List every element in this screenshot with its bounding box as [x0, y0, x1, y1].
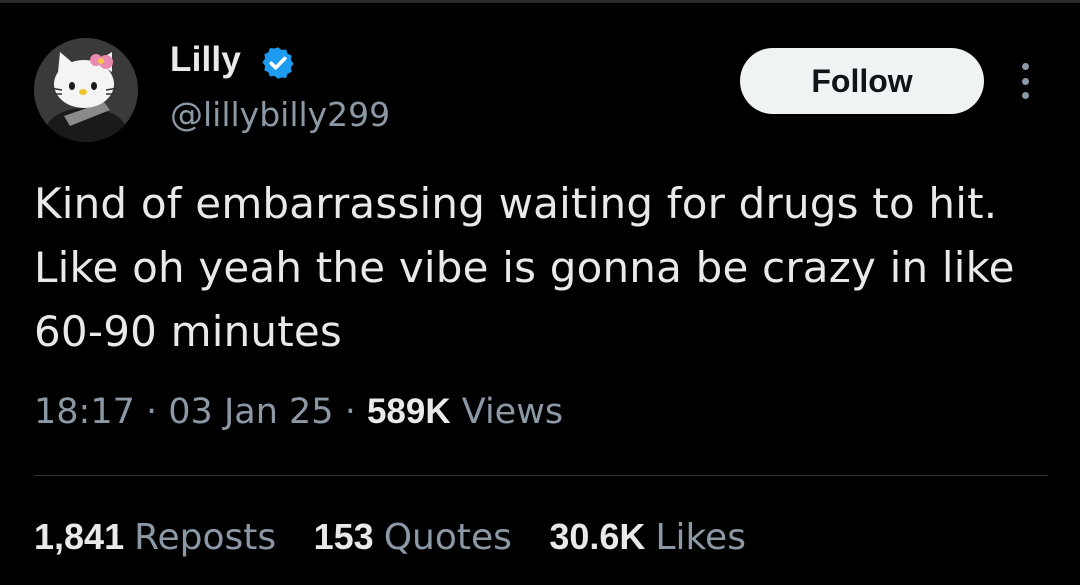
divider	[34, 475, 1048, 476]
more-dot	[1021, 92, 1029, 99]
views-count: 589K	[366, 392, 451, 431]
views-label: Views	[461, 392, 564, 432]
tweet-text: Kind of embarrassing waiting for drugs t…	[34, 179, 1015, 356]
likes-stat[interactable]: 30.6K Likes	[549, 516, 746, 558]
engagement-stats: 1,841 Reposts 153 Quotes 30.6K Likes	[34, 516, 772, 558]
more-dot	[1021, 77, 1029, 85]
quotes-count: 153	[313, 516, 374, 557]
tweet-date[interactable]: 03 Jan 25	[168, 392, 333, 432]
reposts-count: 1,841	[34, 516, 125, 557]
avatar[interactable]	[34, 38, 138, 142]
hello-kitty-avatar-icon	[34, 38, 138, 142]
more-dot	[1021, 63, 1029, 70]
user-handle[interactable]: @lillybilly299	[170, 95, 390, 134]
likes-count: 30.6K	[549, 516, 646, 557]
top-border	[0, 0, 1080, 3]
verified-badge-icon	[262, 47, 294, 79]
tweet-meta: 18:17 · 03 Jan 25 · 589K Views	[34, 392, 563, 432]
reposts-label: Reposts	[134, 517, 277, 558]
quotes-stat[interactable]: 153 Quotes	[313, 516, 512, 558]
follow-button[interactable]: Follow	[740, 48, 984, 114]
likes-label: Likes	[655, 517, 746, 558]
quotes-label: Quotes	[383, 517, 512, 558]
meta-separator: ·	[146, 392, 169, 432]
display-name[interactable]: Lilly	[170, 40, 241, 80]
tweet-time[interactable]: 18:17	[34, 392, 135, 432]
more-vertical-icon[interactable]	[1008, 60, 1042, 102]
tweet-card: Lilly @lillybilly299 Follow Kind of emba…	[0, 0, 1080, 585]
reposts-stat[interactable]: 1,841 Reposts	[34, 516, 277, 558]
meta-separator: ·	[344, 392, 367, 432]
